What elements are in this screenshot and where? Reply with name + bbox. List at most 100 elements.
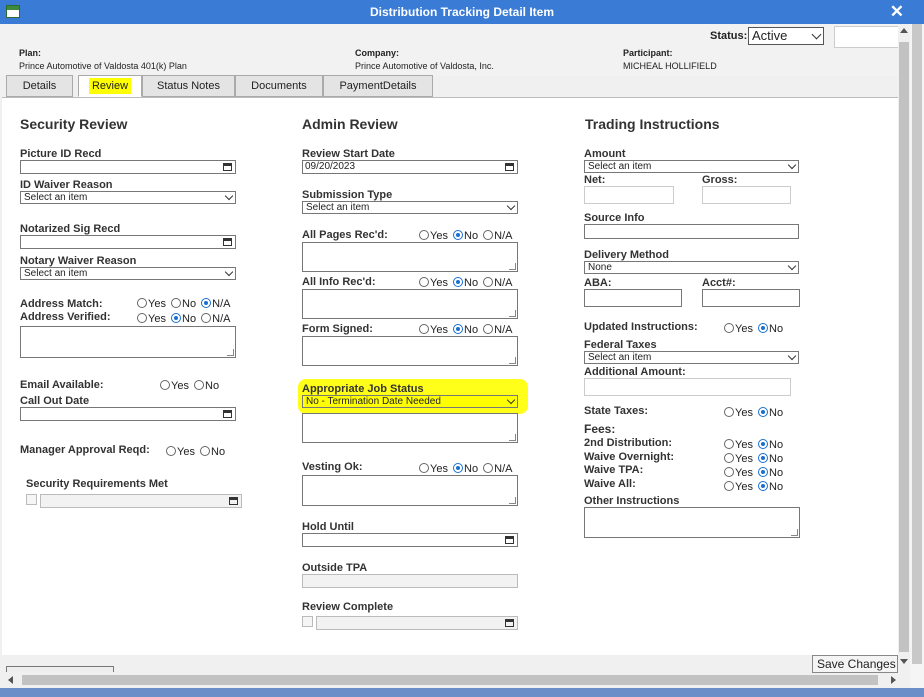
radio-yes[interactable] <box>419 277 429 287</box>
radio-na[interactable] <box>483 277 494 287</box>
horizontal-scrollbar[interactable] <box>4 673 910 687</box>
notarized-date-input[interactable] <box>20 235 236 249</box>
calendar-icon[interactable] <box>229 497 238 505</box>
waive-tpa-label: Waive TPA: <box>584 464 644 476</box>
radio-na[interactable] <box>201 313 212 323</box>
net-input[interactable] <box>584 186 674 204</box>
radio-no[interactable] <box>171 313 182 323</box>
scrollbar-thumb[interactable] <box>899 42 909 652</box>
radio-no[interactable] <box>200 446 211 456</box>
radio-yes[interactable] <box>724 323 734 333</box>
radio-yes[interactable] <box>137 298 147 308</box>
form-signed-notes-textarea[interactable] <box>302 336 518 366</box>
address-notes-textarea[interactable] <box>20 326 236 358</box>
tab-review[interactable]: Review <box>78 75 142 97</box>
radio-yes[interactable] <box>724 439 734 449</box>
radio-na[interactable] <box>483 463 494 473</box>
notary-waiver-select[interactable]: Select an item <box>20 267 236 280</box>
resize-grip-icon[interactable] <box>509 357 516 364</box>
delivery-method-select[interactable]: None <box>584 261 799 274</box>
calendar-icon[interactable] <box>223 163 232 171</box>
radio-na[interactable] <box>483 324 494 334</box>
resize-grip-icon[interactable] <box>509 310 516 317</box>
submission-type-select[interactable]: Select an item <box>302 201 518 214</box>
radio-no[interactable] <box>758 323 769 333</box>
review-complete-date-input[interactable] <box>316 616 518 630</box>
radio-no[interactable] <box>758 453 769 463</box>
radio-no[interactable] <box>453 324 464 334</box>
job-status-notes-textarea[interactable] <box>302 413 518 443</box>
add-new-button[interactable] <box>6 666 114 672</box>
aba-input[interactable] <box>584 289 682 307</box>
picture-id-date-input[interactable] <box>20 160 236 174</box>
additional-amount-input[interactable] <box>584 378 791 396</box>
security-requirements-checkbox[interactable] <box>26 494 37 505</box>
radio-yes[interactable] <box>419 463 429 473</box>
vesting-notes-textarea[interactable] <box>302 475 518 506</box>
review-complete-checkbox[interactable] <box>302 616 313 627</box>
amount-select[interactable]: Select an item <box>584 160 799 173</box>
tab-payment-details[interactable]: PaymentDetails <box>323 75 433 97</box>
call-out-date-input[interactable] <box>20 407 236 421</box>
radio-no[interactable] <box>171 298 182 308</box>
federal-taxes-select[interactable]: Select an item <box>584 351 799 364</box>
close-icon[interactable]: ✕ <box>890 2 904 22</box>
acct-input[interactable] <box>702 289 800 307</box>
radio-yes[interactable] <box>724 467 734 477</box>
scroll-down-icon[interactable] <box>900 659 908 664</box>
hold-until-date-input[interactable] <box>302 533 518 547</box>
review-start-date-input[interactable]: 09/20/2023 <box>302 160 518 174</box>
all-info-notes-textarea[interactable] <box>302 289 518 319</box>
radio-no[interactable] <box>758 481 769 491</box>
resize-grip-icon[interactable] <box>509 434 516 441</box>
radio-no[interactable] <box>758 407 769 417</box>
outside-tpa-input[interactable] <box>302 574 518 588</box>
status-select[interactable]: Active <box>748 27 824 45</box>
calendar-icon[interactable] <box>223 238 232 246</box>
radio-yes[interactable] <box>160 380 170 390</box>
calendar-icon[interactable] <box>505 163 514 171</box>
scroll-right-icon[interactable] <box>891 676 896 684</box>
calendar-icon[interactable] <box>505 536 514 544</box>
radio-na[interactable] <box>201 298 212 308</box>
radio-yes[interactable] <box>724 453 734 463</box>
radio-no[interactable] <box>453 230 464 240</box>
tab-status-notes[interactable]: Status Notes <box>142 75 235 97</box>
calendar-icon[interactable] <box>223 410 232 418</box>
radio-no[interactable] <box>758 467 769 477</box>
gross-input[interactable] <box>702 186 791 204</box>
security-requirements-date-input[interactable] <box>40 494 242 508</box>
vertical-scrollbar[interactable] <box>898 24 910 655</box>
job-status-select[interactable]: No - Termination Date Needed <box>302 395 518 408</box>
radio-na[interactable] <box>483 230 494 240</box>
source-info-input[interactable] <box>584 224 799 239</box>
vesting-ok-radios: Yes No N/A <box>419 463 514 475</box>
radio-no[interactable] <box>758 439 769 449</box>
calendar-icon[interactable] <box>505 619 514 627</box>
radio-yes[interactable] <box>724 481 734 491</box>
radio-no[interactable] <box>453 277 464 287</box>
radio-no[interactable] <box>194 380 205 390</box>
radio-yes[interactable] <box>137 313 147 323</box>
tab-documents[interactable]: Documents <box>235 75 323 97</box>
other-instructions-textarea[interactable] <box>584 507 800 538</box>
resize-grip-icon[interactable] <box>509 497 516 504</box>
resize-grip-icon[interactable] <box>227 349 234 356</box>
id-waiver-select[interactable]: Select an item <box>20 191 236 204</box>
radio-yes[interactable] <box>419 230 429 240</box>
save-changes-button[interactable]: Save Changes <box>812 655 898 673</box>
radio-no[interactable] <box>453 463 464 473</box>
scroll-left-icon[interactable] <box>8 676 13 684</box>
chevron-down-icon <box>224 191 234 201</box>
scroll-up-icon[interactable] <box>900 28 908 33</box>
resize-grip-icon[interactable] <box>509 263 516 270</box>
radio-yes[interactable] <box>724 407 734 417</box>
all-pages-notes-textarea[interactable] <box>302 242 518 272</box>
radio-yes[interactable] <box>419 324 429 334</box>
resize-grip-icon[interactable] <box>791 529 798 536</box>
option-label: Yes <box>735 323 753 335</box>
scrollbar-thumb[interactable] <box>22 675 878 685</box>
radio-yes[interactable] <box>166 446 176 456</box>
tab-details[interactable]: Details <box>6 75 73 97</box>
waive-overnight-label: Waive Overnight: <box>584 451 675 463</box>
